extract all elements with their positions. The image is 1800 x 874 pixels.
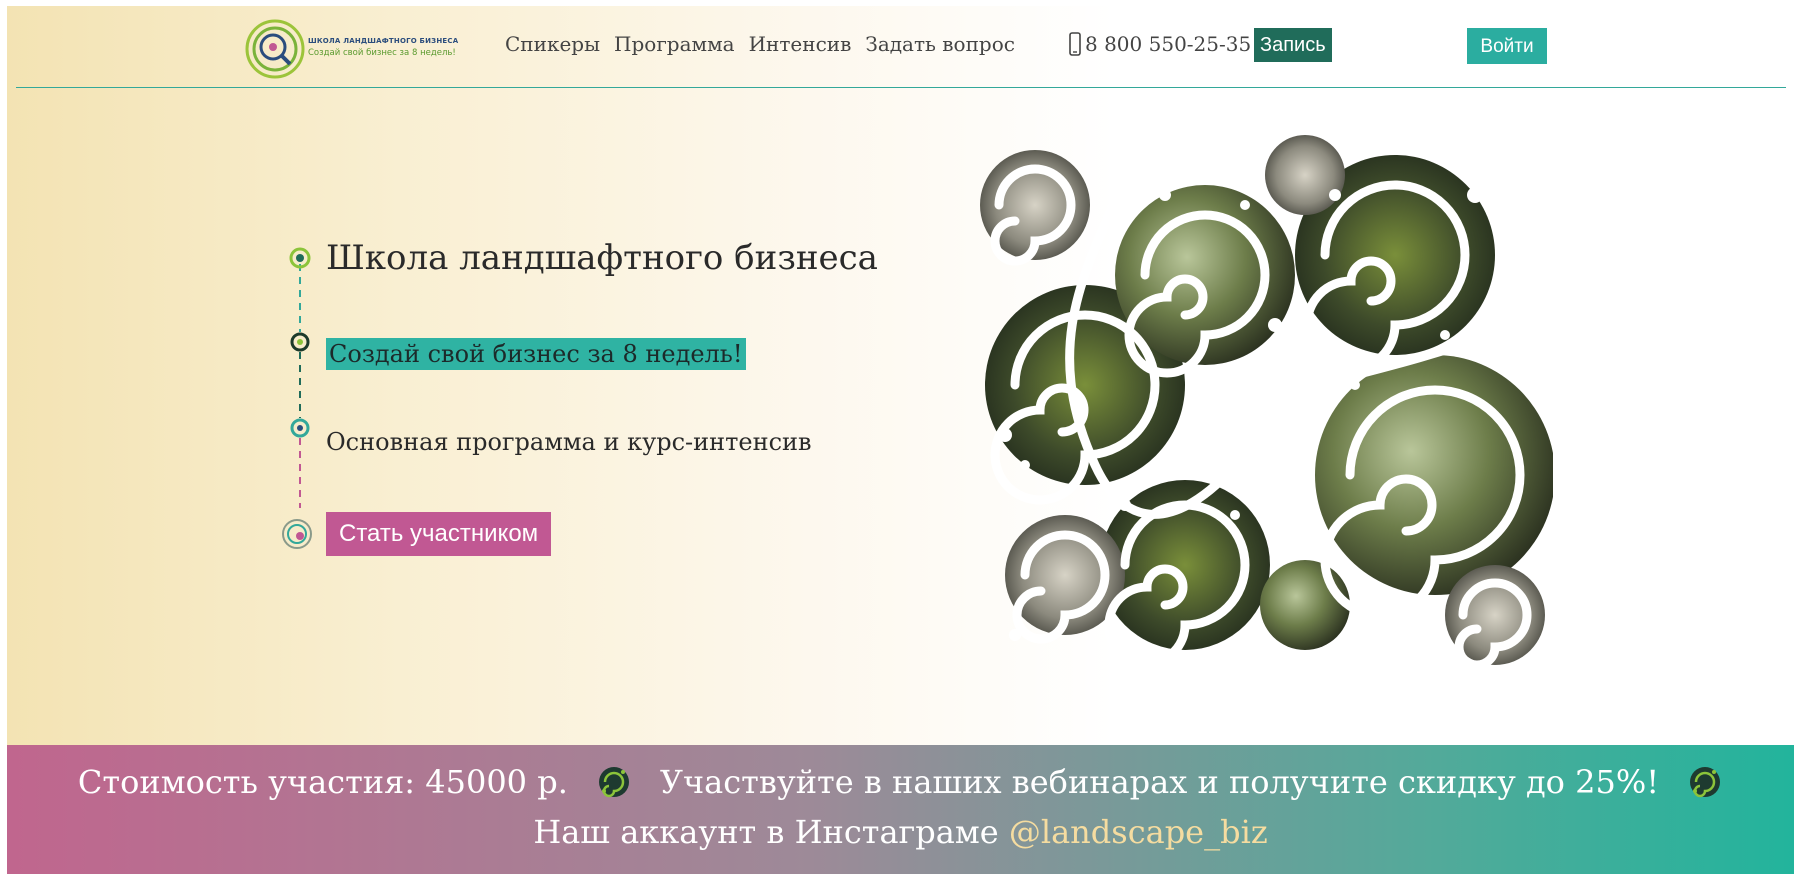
nav-item-ask-question[interactable]: Задать вопрос xyxy=(865,32,1015,56)
nav-item-intensive[interactable]: Интенсив xyxy=(749,32,852,56)
instagram-prefix: Наш аккаунт в Инстаграме xyxy=(533,813,999,851)
swirl-icon xyxy=(1690,767,1721,798)
login-button[interactable]: Войти xyxy=(1467,28,1547,64)
swirl-icon xyxy=(598,767,629,798)
timeline-dot-2-icon xyxy=(290,332,310,352)
hero-timeline xyxy=(282,247,312,549)
timeline-swirl-icon xyxy=(282,519,312,549)
phone-link[interactable]: 8 800 550-25-35 xyxy=(1069,32,1251,56)
ornament-image xyxy=(980,135,1553,665)
logo-title: ШКОЛА ЛАНДШАФТНОГО БИЗНЕСА xyxy=(308,37,459,45)
timeline-dot-3-icon xyxy=(290,418,310,438)
header-divider xyxy=(16,87,1786,88)
phone-number: 8 800 550-25-35 xyxy=(1085,32,1252,56)
nav-item-speakers[interactable]: Спикеры xyxy=(505,32,600,56)
discount-text: Участвуйте в наших вебинарах и получите … xyxy=(659,763,1660,801)
nav-item-program[interactable]: Программа xyxy=(614,32,735,56)
instagram-link[interactable]: @landscape_biz xyxy=(1009,813,1268,851)
instagram-row: Наш аккаунт в Инстаграме @landscape_biz xyxy=(7,813,1794,851)
hero-title: Школа ландшафтного бизнеса xyxy=(326,238,878,278)
promo-row: Стоимость участия: 45000 р. Участвуйте в… xyxy=(7,763,1794,801)
signup-button[interactable]: Запись xyxy=(1254,28,1332,62)
promo-band: Стоимость участия: 45000 р. Участвуйте в… xyxy=(7,745,1794,874)
join-button[interactable]: Стать участником xyxy=(326,512,552,556)
logo[interactable]: ШКОЛА ЛАНДШАФТНОГО БИЗНЕСА Создай свой б… xyxy=(244,18,458,80)
price-text: Стоимость участия: 45000 р. xyxy=(77,763,568,801)
phone-icon xyxy=(1069,32,1081,56)
hero-subtitle: Создай свой бизнес за 8 недель! xyxy=(326,338,746,370)
logo-swirl-icon xyxy=(245,19,305,79)
site-header: ШКОЛА ЛАНДШАФТНОГО БИЗНЕСА Создай свой б… xyxy=(0,0,1800,88)
logo-subtitle: Создай свой бизнес за 8 недель! xyxy=(308,48,456,58)
hero-description: Основная программа и курс-интенсив xyxy=(326,428,812,456)
main-nav: Спикеры Программа Интенсив Задать вопрос xyxy=(505,32,1015,56)
